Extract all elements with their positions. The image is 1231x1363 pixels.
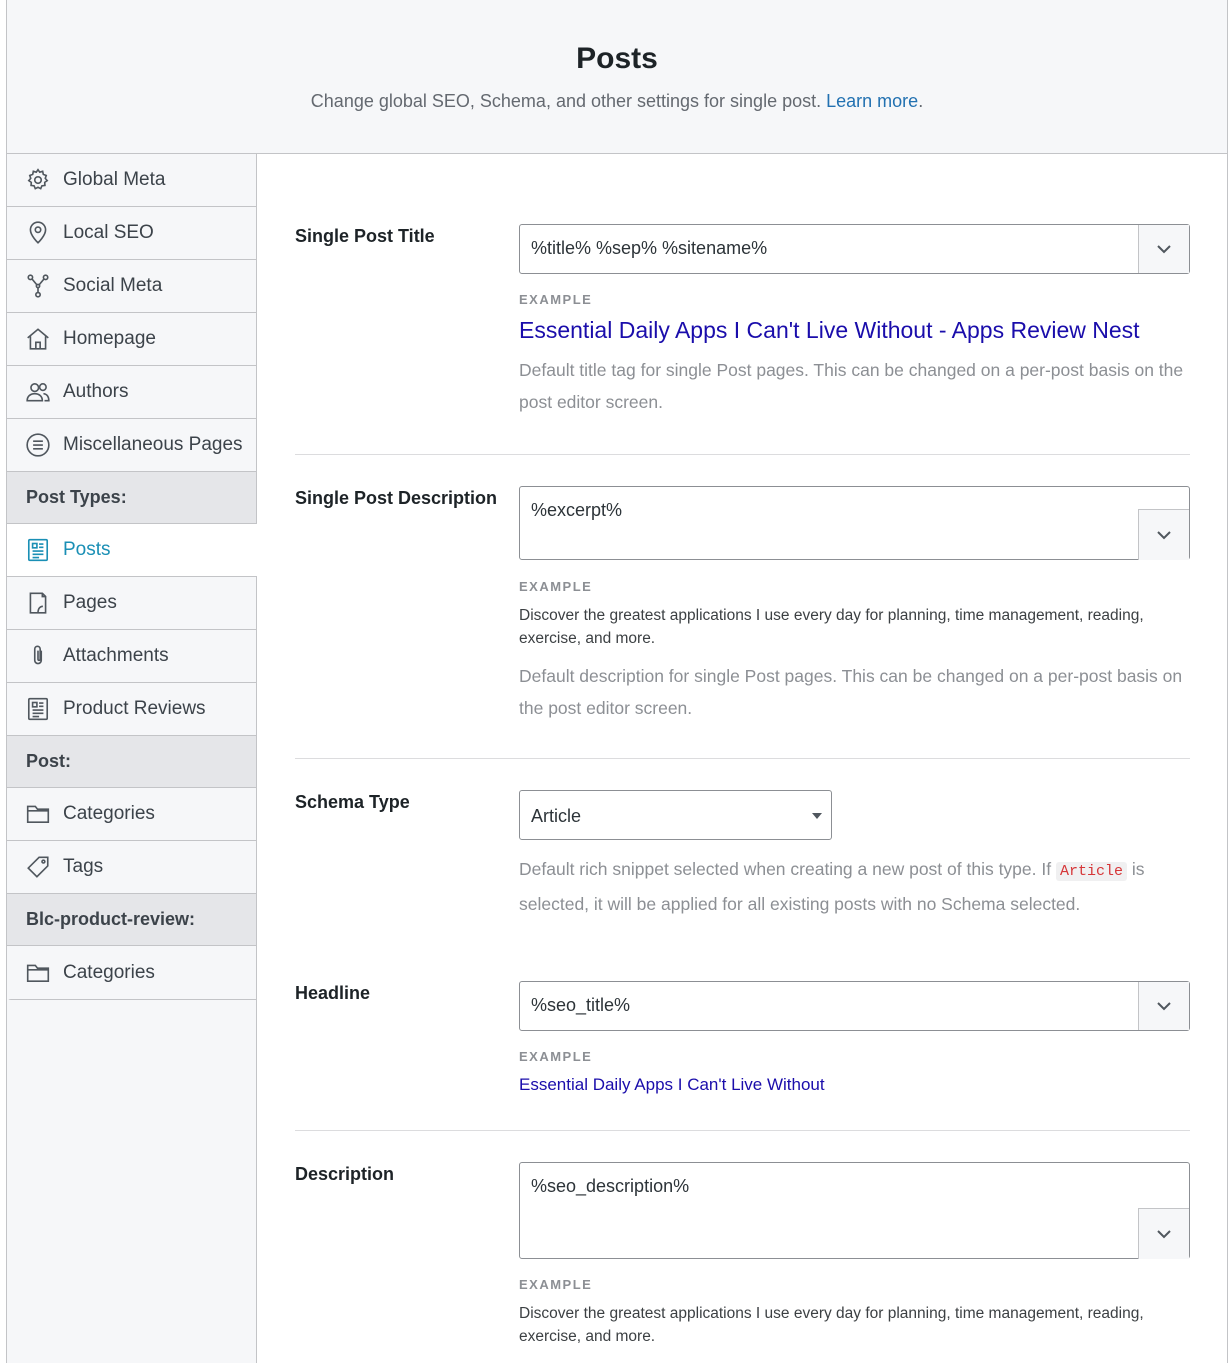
tag-icon bbox=[25, 854, 51, 880]
sidebar-item-authors[interactable]: Authors bbox=[7, 366, 256, 419]
post-document-icon bbox=[25, 537, 51, 563]
sidebar-item-post-tags[interactable]: Tags bbox=[7, 841, 256, 894]
sidebar-item-blc-categories[interactable]: Categories bbox=[7, 946, 256, 999]
sidebar-item-post-categories[interactable]: Categories bbox=[7, 788, 256, 841]
share-network-icon bbox=[25, 273, 51, 299]
field-row-description: Single Post Description %excerpt% EXAMPL… bbox=[295, 486, 1190, 759]
sidebar-group-blc: Blc-product-review: bbox=[7, 894, 256, 946]
headline-template-input[interactable]: %seo_title% bbox=[519, 981, 1190, 1031]
sidebar-item-product-reviews[interactable]: Product Reviews bbox=[7, 683, 256, 736]
chevron-down-icon bbox=[1157, 1230, 1171, 1239]
field-row-schema-description: Description %seo_description% EXAMPLE Di… bbox=[295, 1162, 1190, 1362]
sidebar-item-label: Product Reviews bbox=[63, 698, 206, 719]
sidebar-item-global-meta[interactable]: Global Meta bbox=[7, 154, 256, 207]
sidebar-group-post: Post: bbox=[7, 736, 256, 788]
field-label: Description bbox=[295, 1164, 395, 1184]
sidebar-item-label: Global Meta bbox=[63, 169, 166, 190]
sidebar-item-posts[interactable]: Posts bbox=[7, 524, 257, 577]
input-value: %seo_description% bbox=[531, 1176, 690, 1196]
title-template-input[interactable]: %title% %sep% %sitename% bbox=[519, 224, 1190, 274]
sidebar-item-label: Social Meta bbox=[63, 275, 163, 296]
learn-more-link[interactable]: Learn more bbox=[826, 91, 918, 111]
input-value: %excerpt% bbox=[531, 500, 623, 520]
chevron-down-icon bbox=[1157, 1002, 1171, 1011]
example-description: Discover the greatest applications I use… bbox=[519, 1305, 1144, 1345]
schema-type-select[interactable]: Article bbox=[519, 790, 832, 840]
page-icon bbox=[25, 590, 51, 616]
field-help: Default description for single Post page… bbox=[519, 666, 1183, 718]
gear-icon bbox=[25, 167, 51, 193]
example-serp-title: Essential Daily Apps I Can't Live Withou… bbox=[519, 317, 1140, 343]
field-row-schema: Schema Type Article Default rich snippet… bbox=[295, 790, 1190, 950]
input-value: %seo_title% bbox=[531, 995, 631, 1015]
field-row-title: Single Post Title %title% %sep% %sitenam… bbox=[295, 224, 1190, 455]
subtitle-period: . bbox=[918, 91, 924, 111]
sidebar-item-label: Miscellaneous Pages bbox=[63, 434, 243, 455]
field-label: Single Post Description bbox=[295, 488, 498, 508]
sidebar-item-social-meta[interactable]: Social Meta bbox=[7, 260, 256, 313]
sidebar-item-label: Local SEO bbox=[63, 222, 154, 243]
example-headline: Essential Daily Apps I Can't Live Withou… bbox=[519, 1075, 825, 1094]
sidebar-item-label: Homepage bbox=[63, 328, 156, 349]
caret-down-icon bbox=[812, 813, 822, 819]
schema-description-template-input[interactable]: %seo_description% bbox=[519, 1162, 1190, 1259]
description-template-input[interactable]: %excerpt% bbox=[519, 486, 1190, 560]
example-label: EXAMPLE bbox=[519, 1277, 593, 1292]
select-value: Article bbox=[531, 806, 582, 826]
help-text-before: Default rich snippet selected when creat… bbox=[519, 859, 1052, 879]
field-label: Single Post Title bbox=[295, 226, 435, 246]
example-label: EXAMPLE bbox=[519, 1049, 593, 1064]
sidebar: Global Meta Local SEO Social Meta Homepa… bbox=[7, 154, 257, 1363]
page-header: Posts Change global SEO, Schema, and oth… bbox=[7, 0, 1227, 154]
users-icon bbox=[25, 379, 51, 405]
location-pin-icon bbox=[25, 220, 51, 246]
sidebar-item-homepage[interactable]: Homepage bbox=[7, 313, 256, 366]
chevron-down-icon bbox=[1157, 245, 1171, 254]
field-body: %seo_description% EXAMPLE Discover the g… bbox=[519, 1162, 1190, 1348]
example-label: EXAMPLE bbox=[519, 292, 593, 307]
sidebar-item-label: Pages bbox=[63, 592, 117, 613]
chevron-down-icon bbox=[1157, 531, 1171, 540]
field-body: %excerpt% EXAMPLE Discover the greatest … bbox=[519, 486, 1190, 724]
home-icon bbox=[25, 326, 51, 352]
sidebar-item-label: Attachments bbox=[63, 645, 169, 666]
review-document-icon bbox=[25, 696, 51, 722]
field-body: %title% %sep% %sitename% EXAMPLE Essenti… bbox=[519, 224, 1190, 418]
main-content: Single Post Title %title% %sep% %sitenam… bbox=[257, 154, 1227, 1363]
example-label: EXAMPLE bbox=[519, 579, 593, 594]
sidebar-item-label: Tags bbox=[63, 856, 104, 877]
settings-panel: Posts Change global SEO, Schema, and oth… bbox=[6, 0, 1228, 1363]
page-subtitle: Change global SEO, Schema, and other set… bbox=[7, 91, 1227, 112]
sidebar-item-local-seo[interactable]: Local SEO bbox=[7, 207, 256, 260]
sidebar-item-label: Authors bbox=[63, 381, 129, 402]
sidebar-nav: Global Meta Local SEO Social Meta Homepa… bbox=[7, 154, 257, 1000]
page-title: Posts bbox=[576, 42, 658, 75]
field-body: Article Default rich snippet selected wh… bbox=[519, 790, 1190, 920]
input-value: %title% %sep% %sitename% bbox=[531, 238, 768, 258]
example-serp-description: Discover the greatest applications I use… bbox=[519, 607, 1144, 647]
sidebar-item-pages[interactable]: Pages bbox=[7, 577, 256, 630]
folder-icon bbox=[25, 801, 51, 827]
field-label: Schema Type bbox=[295, 792, 410, 812]
sidebar-item-misc-pages[interactable]: Miscellaneous Pages bbox=[7, 419, 256, 472]
sidebar-item-label: Posts bbox=[63, 539, 111, 560]
subtitle-text: Change global SEO, Schema, and other set… bbox=[310, 91, 822, 111]
paperclip-icon bbox=[25, 643, 51, 669]
sidebar-item-label: Categories bbox=[63, 961, 155, 983]
sidebar-group-post-types: Post Types: bbox=[7, 472, 256, 524]
field-row-headline: Headline %seo_title% EXAMPLE Essential D… bbox=[295, 981, 1190, 1131]
variables-dropdown-button[interactable] bbox=[1138, 1208, 1189, 1259]
folder-icon bbox=[25, 960, 51, 986]
field-label: Headline bbox=[295, 983, 371, 1003]
variables-dropdown-button[interactable] bbox=[1138, 225, 1189, 273]
variables-dropdown-button[interactable] bbox=[1138, 982, 1189, 1030]
field-help: Default rich snippet selected when creat… bbox=[519, 853, 1190, 920]
sidebar-item-label: Categories bbox=[63, 803, 155, 824]
help-code: Article bbox=[1055, 862, 1127, 881]
field-help: Default title tag for single Post pages.… bbox=[519, 360, 1184, 412]
field-body: %seo_title% EXAMPLE Essential Daily Apps… bbox=[519, 981, 1190, 1095]
variables-dropdown-button[interactable] bbox=[1138, 509, 1189, 560]
sidebar-item-attachments[interactable]: Attachments bbox=[7, 630, 256, 683]
list-circle-icon bbox=[25, 432, 51, 458]
